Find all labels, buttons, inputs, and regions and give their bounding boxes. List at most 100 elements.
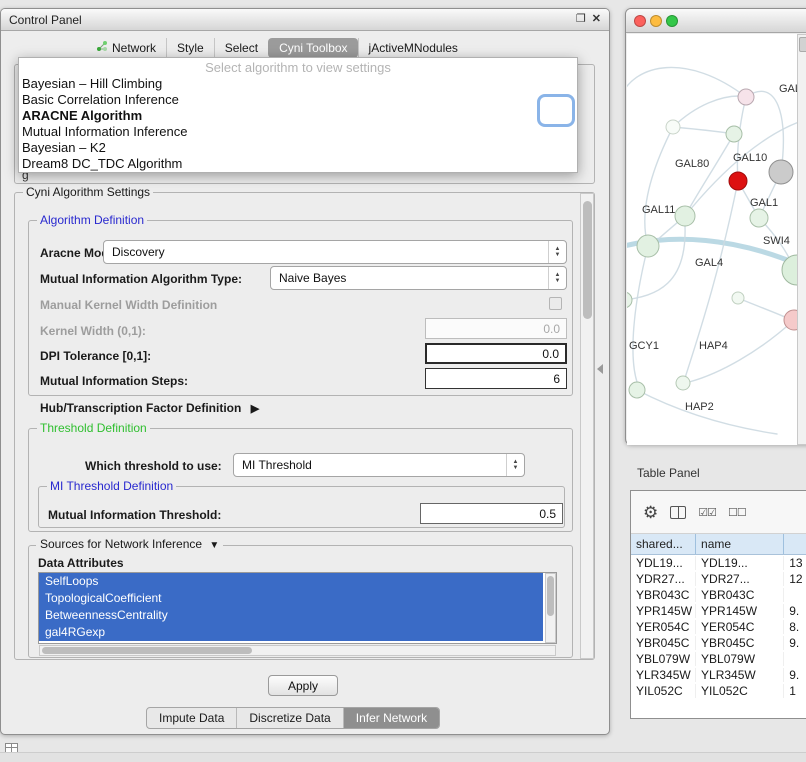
tab-cyni-toolbox[interactable]: Cyni Toolbox — [268, 38, 357, 58]
network-node[interactable] — [676, 376, 690, 390]
algorithm-option-bayesian-hill-climbing[interactable]: Bayesian – Hill Climbing — [19, 76, 577, 92]
attr-list-hscrollbar[interactable] — [39, 645, 556, 656]
mi-steps-field[interactable]: 6 — [425, 368, 567, 389]
tab-select[interactable]: Select — [214, 38, 268, 58]
tab-label: jActiveMNodules — [369, 41, 458, 55]
table-cell: YBL079W — [696, 652, 784, 666]
table-row[interactable]: YBL079WYBL079W — [631, 651, 806, 667]
algorithm-option-basic-correlation-inference[interactable]: Basic Correlation Inference — [19, 92, 577, 108]
mi-threshold-field[interactable]: 0.5 — [420, 503, 563, 524]
network-node[interactable] — [637, 235, 659, 257]
bottom-tab-infer-network[interactable]: Infer Network — [343, 708, 439, 728]
algorithm-settings-button[interactable] — [537, 94, 575, 127]
network-node[interactable] — [627, 292, 632, 308]
table-row[interactable]: YIL052CYIL052C1 — [631, 683, 806, 699]
node-label-gal4: GAL4 — [695, 257, 723, 269]
mi-type-combo[interactable]: Naive Bayes ▲▼ — [270, 266, 567, 290]
tab-label: Style — [177, 41, 204, 55]
data-attributes-list: SelfLoopsTopologicalCoefficientBetweenne… — [38, 572, 557, 644]
table-row[interactable]: YDR27...YDR27...12 — [631, 571, 806, 587]
table-cell: YDL19... — [696, 556, 784, 570]
attribute-item-selfloops[interactable]: SelfLoops — [39, 573, 543, 590]
aracne-mode-combo[interactable]: Discovery ▲▼ — [103, 240, 567, 264]
dpi-tolerance-field[interactable]: 0.0 — [425, 343, 567, 364]
table-row[interactable]: YLR345WYLR345W9. — [631, 667, 806, 683]
bottom-tab-discretize-data[interactable]: Discretize Data — [236, 708, 342, 728]
float-window-icon[interactable]: ❐ — [576, 14, 586, 25]
collapsed-arrow-icon[interactable]: ▶ — [251, 403, 259, 415]
network-vscrollbar[interactable] — [797, 34, 806, 445]
table-header-row: shared...name — [631, 534, 806, 555]
network-node[interactable] — [769, 160, 793, 184]
which-threshold-combo[interactable]: MI Threshold ▲▼ — [233, 453, 525, 477]
network-node[interactable] — [729, 172, 747, 190]
network-edge — [673, 96, 739, 127]
bottom-tab-impute-data[interactable]: Impute Data — [147, 708, 236, 728]
pane-resize-handle[interactable] — [597, 364, 603, 374]
column-header-partial[interactable] — [784, 534, 806, 554]
algorithm-option-aracne-algorithm[interactable]: ARACNE Algorithm — [19, 108, 577, 124]
gear-icon[interactable]: ⚙ — [643, 504, 658, 521]
network-node[interactable] — [675, 206, 695, 226]
window-title: Control Panel — [9, 13, 82, 27]
network-node[interactable] — [750, 209, 768, 227]
network-graph: GALGAL80GAL10GAL11GAL1SWI4GAL4GCY1HAP4HA… — [627, 34, 797, 445]
column-header-shared[interactable]: shared... — [631, 534, 696, 554]
table-row[interactable]: YBR043CYBR043C — [631, 587, 806, 603]
tab-jactivemnodules[interactable]: jActiveMNodules — [358, 38, 468, 58]
zoom-traffic-light-icon[interactable] — [666, 15, 678, 27]
tab-network[interactable]: Network — [86, 37, 166, 58]
algorithm-option-mutual-information-inference[interactable]: Mutual Information Inference — [19, 124, 577, 140]
close-window-icon[interactable]: ✕ — [592, 14, 601, 25]
network-node[interactable] — [738, 89, 754, 105]
settings-scrollbar[interactable] — [580, 193, 594, 659]
mi-threshold-group-title: MI Threshold Definition — [47, 479, 176, 493]
attribute-item-betweennesscentrality[interactable]: BetweennessCentrality — [39, 607, 543, 624]
clear-all-checks-icon[interactable]: ☐☐ — [728, 506, 746, 519]
algorithm-option-dream8-dc-tdc-algorithm[interactable]: Dream8 DC_TDC Algorithm — [19, 156, 577, 172]
attr-list-vscrollbar[interactable] — [545, 573, 556, 643]
combo-stepper-icon: ▲▼ — [548, 241, 566, 263]
column-header-name[interactable]: name — [696, 534, 784, 554]
algorithm-dropdown-items: Bayesian – Hill ClimbingBasic Correlatio… — [19, 76, 577, 172]
table-cell: YBR045C — [696, 636, 784, 650]
attribute-item-gal4rgexp[interactable]: gal4RGexp — [39, 624, 543, 641]
sources-section-label[interactable]: Sources for Network Inference ▼ — [36, 537, 223, 551]
minimize-traffic-light-icon[interactable] — [650, 15, 662, 27]
table-row[interactable]: YER054CYER054C8. — [631, 619, 806, 635]
control-panel-titlebar[interactable]: Control Panel ❐ ✕ — [1, 9, 609, 31]
kernel-width-field[interactable]: 0.0 — [425, 318, 567, 339]
expanded-arrow-icon[interactable]: ▼ — [209, 540, 219, 551]
manual-kernel-checkbox[interactable] — [549, 297, 562, 310]
network-canvas[interactable]: GALGAL80GAL10GAL11GAL1SWI4GAL4GCY1HAP4HA… — [627, 34, 797, 445]
network-scrollbar-button[interactable] — [799, 37, 806, 52]
mi-type-label: Mutual Information Algorithm Type: — [40, 272, 242, 286]
attr-list-hscrollbar-thumb[interactable] — [42, 647, 252, 654]
algorithm-option-bayesian-k2[interactable]: Bayesian – K2 — [19, 140, 577, 156]
table-cell: 9. — [784, 668, 806, 682]
network-node[interactable] — [732, 292, 744, 304]
tab-style[interactable]: Style — [166, 38, 214, 58]
threshold-definition-title: Threshold Definition — [37, 421, 150, 435]
table-row[interactable]: YDL19...YDL19...13 — [631, 555, 806, 571]
attr-list-vscrollbar-thumb[interactable] — [547, 576, 554, 616]
table-cell: 9. — [784, 604, 806, 618]
network-node[interactable] — [629, 382, 645, 398]
network-window-titlebar[interactable] — [626, 9, 806, 33]
network-node[interactable] — [666, 120, 680, 134]
columns-icon[interactable] — [670, 506, 686, 519]
table-row[interactable]: YBR045CYBR045C9. — [631, 635, 806, 651]
attribute-item-topologicalcoefficient[interactable]: TopologicalCoefficient — [39, 590, 543, 607]
settings-scrollbar-thumb[interactable] — [583, 201, 592, 319]
apply-button[interactable]: Apply — [268, 675, 338, 696]
select-all-checks-icon[interactable]: ☑☑ — [698, 506, 716, 519]
table-row[interactable]: YPR145WYPR145W9. — [631, 603, 806, 619]
hub-section-label[interactable]: Hub/Transcription Factor Definition ▶ — [40, 401, 259, 415]
network-edge — [673, 127, 734, 134]
close-traffic-light-icon[interactable] — [634, 15, 646, 27]
network-node[interactable] — [726, 126, 742, 142]
dpi-tolerance-label: DPI Tolerance [0,1]: — [40, 349, 151, 363]
combo-stepper-icon: ▲▼ — [506, 454, 524, 476]
table-cell: YLR345W — [696, 668, 784, 682]
table-toolbar: ⚙ ☑☑ ☐☐ — [631, 491, 806, 534]
